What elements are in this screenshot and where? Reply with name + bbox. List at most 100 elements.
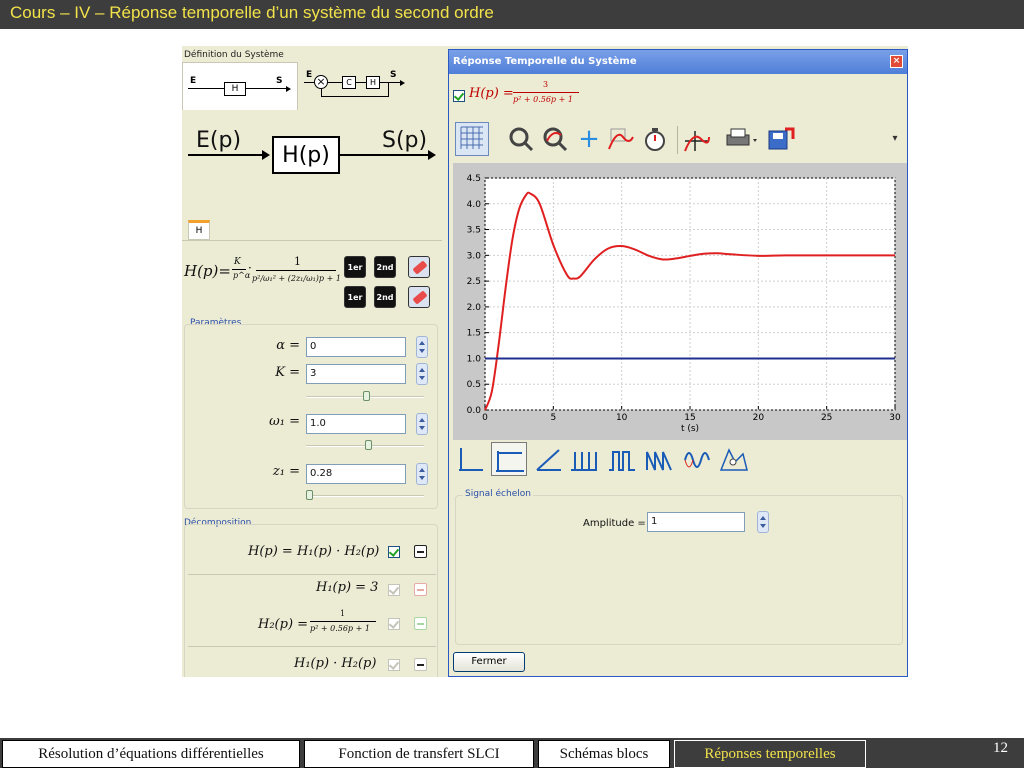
fraction-bar [256,270,336,271]
collapse-icon[interactable] [414,545,427,558]
z1-slider-thumb[interactable] [306,490,313,500]
signal-type-bar [453,440,907,480]
alpha-input[interactable]: 0 [306,337,406,357]
fraction-bar [513,92,579,93]
zoom-icon[interactable] [507,125,535,153]
z1-input[interactable]: 0.28 [306,464,406,484]
arrow-icon [400,80,405,86]
z1-slider-track[interactable] [306,495,424,497]
big-diagram-wire [188,154,268,156]
loop-feedback-wire [321,96,389,97]
small-diagram-output: S [276,76,283,86]
product-checkbox[interactable] [388,659,400,671]
x-tick-label: 15 [684,413,695,423]
amplitude-spinner[interactable] [757,511,769,533]
y-tick-label: 1.5 [467,329,481,339]
loop-feedback-wire [388,82,389,96]
omega1-label: ω₁ = [269,414,300,429]
first-order-button[interactable]: 1er [344,286,366,308]
h1-checkbox[interactable] [388,584,400,596]
small-diagram-wire [246,88,286,89]
stopwatch-icon[interactable] [641,125,669,153]
close-icon[interactable]: × [890,55,903,68]
arrow-icon [428,150,436,160]
close-button[interactable]: Fermer [453,652,525,672]
big-diagram-wire [340,154,432,156]
custom-signal-icon[interactable] [719,444,749,474]
sine-signal-icon[interactable] [683,444,713,474]
first-order-button[interactable]: 1er [344,256,366,278]
sawtooth-signal-icon[interactable] [645,444,675,474]
time-response-plot[interactable]: 0 5 10 15 20 25 30 0.0 0.5 1.0 1.5 2.0 2.5 3.0 3.5 4.0 4… [453,163,907,440]
y-tick-label: 1.0 [467,354,482,364]
nav-tab-equations[interactable]: Résolution d’équations différentielles [2,740,300,768]
step-signal-selected[interactable] [491,442,527,476]
y-tick-label: 0.0 [467,406,482,416]
main-checkbox[interactable] [388,546,400,558]
eraser-icon[interactable] [408,286,430,308]
eraser-icon[interactable] [408,256,430,278]
omega1-spinner[interactable] [416,413,428,435]
impulse-train-icon[interactable] [569,444,599,474]
y-tick-label: 2.5 [467,277,481,287]
omega1-slider-thumb[interactable] [365,440,372,450]
h1-formula: H₁(p) = 3 [316,580,379,595]
second-order-button[interactable]: 2nd [374,256,396,278]
nav-tab-block-diagrams[interactable]: Schémas blocs [538,740,670,768]
small-diagram-block: H [224,82,246,96]
alpha-spinner[interactable] [416,336,428,358]
square-signal-icon[interactable] [607,444,637,474]
h2-color-icon[interactable] [414,617,427,630]
h2-checkbox[interactable] [388,618,400,630]
k-spinner[interactable] [416,363,428,385]
amplitude-input[interactable]: 1 [647,512,745,532]
z1-spinner[interactable] [416,463,428,485]
divider [188,646,436,647]
toolbar-separator [677,126,678,154]
time-response-window: Réponse Temporelle du Système × H(p) = 3… [448,49,908,677]
app-screenshot: Définition du Système E H S E × C H S E(… [182,46,908,677]
response-time-icon[interactable] [683,125,711,153]
menu-more-icon[interactable]: ▾ [881,125,908,153]
grid-icon[interactable] [455,122,489,156]
formula-checkbox[interactable] [453,90,465,102]
k-input[interactable]: 3 [306,364,406,384]
x-axis-label: t (s) [681,424,699,434]
tab-h[interactable]: H [188,220,210,240]
loop-wire [304,82,314,83]
loop-feedback-wire [321,89,322,97]
fraction-bar [232,269,246,270]
k-slider-thumb[interactable] [363,391,370,401]
chart-svg[interactable]: 0 5 10 15 20 25 30 0.0 0.5 1.0 1.5 2.0 2.5 3.0 3.5 4.0 4… [453,163,907,440]
y-tick-label: 0.5 [467,380,481,390]
impulse-signal-icon[interactable] [455,444,485,474]
formula-dot: · [248,261,252,275]
zoom-pan-icon[interactable] [541,125,569,153]
slide-title: Cours – IV – Réponse temporelle d’un sys… [10,3,494,22]
window-titlebar[interactable]: Réponse Temporelle du Système × [449,50,907,74]
omega1-input[interactable]: 1.0 [306,414,406,434]
small-diagram-input: E [190,76,197,86]
crosshair-icon[interactable]: + [575,125,603,153]
x-tick-label: 5 [550,413,556,423]
second-order-button[interactable]: 2nd [374,286,396,308]
formula-gain: K [234,257,241,267]
window-formula-den: p² + 0.56p + 1 [513,95,573,104]
formula-den: p²/ω₁² + (2z₁/ω₁)p + 1 [252,274,341,283]
ramp-signal-icon[interactable] [533,444,563,474]
plot-toolbar: + ▾ [451,120,907,158]
product-color-icon[interactable] [414,658,427,671]
h2-formula-den: p² + 0.56p + 1 [310,624,370,633]
x-tick-label: 10 [616,413,628,423]
curve-icon[interactable] [607,125,635,153]
print-icon[interactable] [723,125,759,153]
window-formula-num: 3 [543,80,549,89]
h1-color-icon[interactable] [414,583,427,596]
loop-wire [328,82,342,83]
x-tick-label: 25 [821,413,832,423]
z1-label: z₁ = [272,464,300,479]
nav-tab-time-responses[interactable]: Réponses temporelles [674,740,866,768]
nav-tab-transfer-function[interactable]: Fonction de transfert SLCI [304,740,534,768]
loop-block-h: H [366,76,380,89]
save-icon[interactable] [767,125,795,153]
